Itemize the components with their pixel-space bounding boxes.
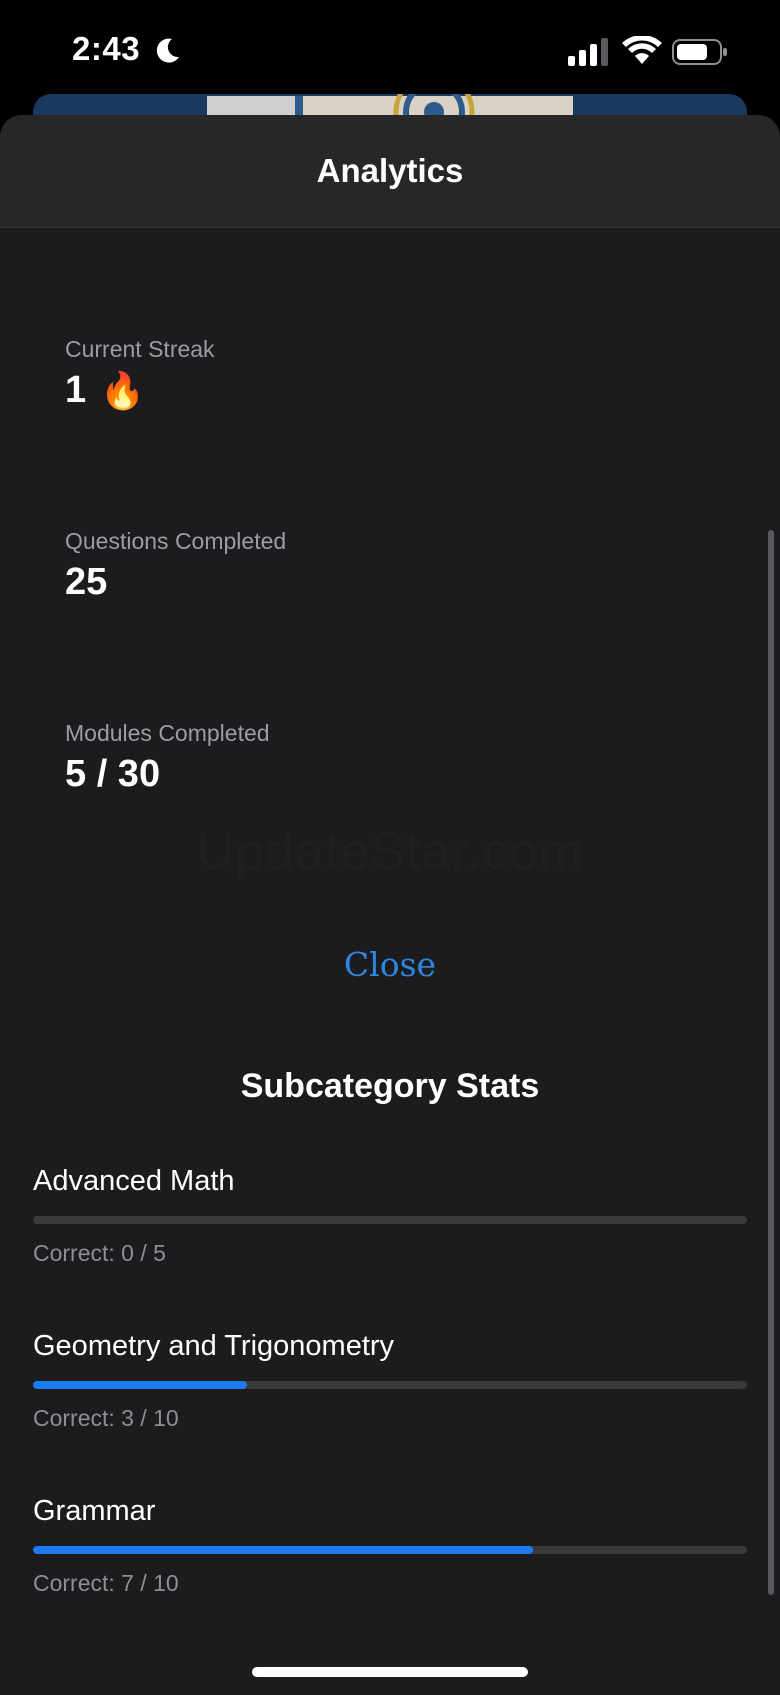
subcategory-heading: Subcategory Stats — [240, 1067, 540, 1105]
stat-value: 1 🔥 — [65, 369, 215, 412]
cellular-signal-icon — [568, 38, 608, 66]
home-indicator[interactable] — [252, 1667, 528, 1677]
correct-count: Correct: 7 / 10 — [33, 1570, 179, 1596]
progress-bar — [33, 1381, 747, 1389]
subcategory-item: Geometry and Trigonometry Correct: 3 / 1… — [33, 1330, 747, 1432]
battery-icon — [672, 39, 727, 65]
stat-value: 25 — [65, 561, 108, 603]
scrollbar[interactable] — [768, 530, 774, 1595]
subcategory-name: Grammar — [33, 1495, 156, 1527]
close-button[interactable]: Close — [0, 945, 780, 984]
modules-completed-stat: Modules Completed 5 / 30 — [65, 720, 270, 796]
watermark: UpdateStar.com — [196, 823, 584, 881]
subcategory-name: Geometry and Trigonometry — [33, 1330, 395, 1362]
subcategory-name: Advanced Math — [33, 1165, 235, 1197]
streak-count: 1 — [65, 369, 87, 411]
stat-label: Questions Completed — [65, 528, 287, 554]
stat-label: Modules Completed — [65, 720, 270, 746]
sheet-header: Analytics — [0, 115, 780, 228]
status-time: 2:43 — [72, 30, 141, 67]
progress-bar — [33, 1216, 747, 1224]
moon-icon — [156, 38, 179, 63]
stat-value: 5 / 30 — [65, 753, 161, 795]
sheet-title: Analytics — [316, 152, 464, 189]
subcategory-item: Advanced Math Correct: 0 / 5 — [33, 1165, 747, 1267]
progress-bar — [33, 1546, 747, 1554]
progress-fill — [33, 1546, 533, 1554]
correct-count: Correct: 0 / 5 — [33, 1240, 166, 1266]
current-streak-stat: Current Streak 1 🔥 — [65, 336, 215, 412]
status-bar: 2:43 — [0, 0, 780, 100]
stat-label: Current Streak — [65, 336, 215, 362]
subcategory-item: Grammar Correct: 7 / 10 — [33, 1495, 747, 1597]
progress-fill — [33, 1381, 248, 1389]
correct-count: Correct: 3 / 10 — [33, 1405, 179, 1431]
questions-completed-stat: Questions Completed 25 — [65, 528, 286, 604]
fire-icon: 🔥 — [100, 369, 145, 411]
analytics-sheet: Analytics Current Streak 1 🔥 Questions C… — [0, 115, 780, 1695]
wifi-icon — [622, 36, 662, 64]
